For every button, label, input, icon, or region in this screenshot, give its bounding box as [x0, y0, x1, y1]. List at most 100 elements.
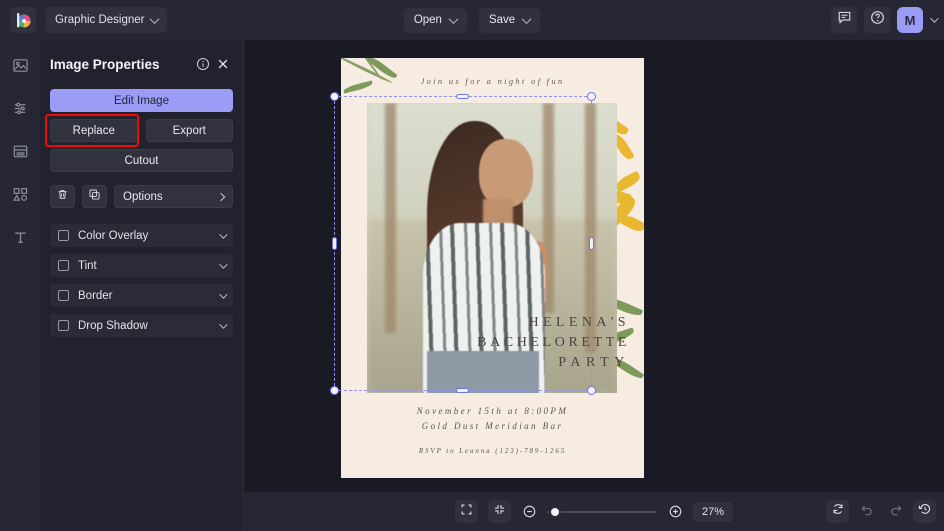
tint-checkbox[interactable]	[58, 260, 69, 271]
invitation-rsvp-line: RSVP to Leanna (123)-789-1265	[341, 447, 644, 455]
app-switcher[interactable]: Graphic Designer	[46, 7, 167, 33]
history-button[interactable]	[913, 500, 936, 523]
bottom-bar: 27%	[244, 492, 944, 531]
sidebar-item-images[interactable]	[7, 52, 33, 78]
app-switcher-label: Graphic Designer	[55, 14, 144, 26]
open-button-label: Open	[414, 14, 442, 26]
zoom-slider[interactable]	[547, 505, 657, 519]
object-tools-row: Options	[50, 185, 233, 208]
accordion-border[interactable]: Border	[50, 284, 233, 307]
chevron-down-icon[interactable]	[930, 14, 938, 22]
sidebar-item-text[interactable]	[7, 224, 33, 250]
sidebar-item-adjustments[interactable]	[7, 95, 33, 121]
duplicate-icon	[88, 188, 101, 206]
sidebar-item-shapes[interactable]	[7, 181, 33, 207]
history-icon	[918, 502, 932, 521]
zoom-in-button[interactable]	[667, 504, 683, 520]
artboard[interactable]: Join us for a night of fun HELENA'S BACH…	[341, 58, 644, 478]
trash-icon	[56, 188, 69, 206]
app-logo-button[interactable]	[10, 7, 36, 33]
invitation-top-line: Join us for a night of fun	[341, 76, 644, 86]
accordion-label: Tint	[78, 260, 97, 272]
avatar[interactable]: M	[897, 7, 923, 33]
edit-image-label: Edit Image	[114, 95, 169, 107]
chevron-down-icon	[449, 14, 459, 24]
chevron-down-icon	[150, 14, 160, 24]
accordion-label: Drop Shadow	[78, 320, 148, 332]
top-bar: Graphic Designer Open Save	[0, 0, 944, 40]
effects-accordion-list: Color Overlay Tint Border Drop Shadow	[50, 224, 233, 337]
reset-view-button[interactable]	[826, 500, 849, 523]
selection-handle-bottom-left[interactable]	[330, 386, 339, 395]
help-button[interactable]	[864, 7, 890, 33]
fit-selection-icon	[493, 503, 506, 521]
undo-icon	[860, 502, 874, 521]
left-tool-rail	[0, 40, 40, 531]
invitation-title-line1: HELENA'S	[477, 313, 630, 333]
border-checkbox[interactable]	[58, 290, 69, 301]
accordion-label: Border	[78, 290, 113, 302]
accordion-drop-shadow[interactable]: Drop Shadow	[50, 314, 233, 337]
invitation-title-line2: BACHELORETTE	[477, 333, 630, 353]
undo-button[interactable]	[855, 500, 878, 523]
export-button[interactable]: Export	[146, 119, 234, 142]
decor-petal	[614, 171, 642, 193]
info-circle-icon[interactable]	[193, 54, 213, 74]
question-circle-icon	[870, 10, 885, 30]
photo-post	[385, 103, 396, 333]
redo-button[interactable]	[884, 500, 907, 523]
invitation-title-line3: PARTY	[477, 353, 630, 373]
accordion-tint[interactable]: Tint	[50, 254, 233, 277]
fit-selection-button[interactable]	[488, 500, 511, 523]
decor-petal	[620, 213, 644, 234]
chevron-down-icon	[219, 290, 227, 298]
feedback-button[interactable]	[831, 7, 857, 33]
selection-handle-left[interactable]	[332, 237, 337, 250]
zoom-slider-track	[547, 511, 657, 513]
chevron-down-icon	[219, 230, 227, 238]
sidebar-item-layouts[interactable]	[7, 138, 33, 164]
top-right-actions: M	[831, 0, 936, 40]
chevron-down-icon	[522, 14, 532, 24]
page-title: Image Properties	[50, 57, 193, 72]
app-window: Graphic Designer Open Save	[0, 0, 944, 531]
chevron-down-icon	[219, 260, 227, 268]
canvas-stage[interactable]: Join us for a night of fun HELENA'S BACH…	[244, 40, 944, 492]
zoom-level-value[interactable]: 27%	[693, 502, 733, 522]
panel-header: Image Properties	[50, 50, 233, 78]
replace-button[interactable]: Replace	[50, 119, 138, 142]
image-properties-panel: Image Properties Edit Image Replace Expo…	[40, 40, 244, 531]
color-wheel-logo-icon	[15, 12, 32, 29]
duplicate-button[interactable]	[82, 185, 107, 208]
drop-shadow-checkbox[interactable]	[58, 320, 69, 331]
close-icon[interactable]	[213, 54, 233, 74]
cutout-button[interactable]: Cutout	[50, 149, 233, 172]
zoom-slider-knob[interactable]	[549, 506, 561, 518]
cutout-label: Cutout	[125, 155, 159, 167]
edit-image-button[interactable]: Edit Image	[50, 89, 233, 112]
color-overlay-checkbox[interactable]	[58, 230, 69, 241]
zoom-out-button[interactable]	[521, 504, 537, 520]
export-label: Export	[173, 125, 206, 137]
accordion-label: Color Overlay	[78, 230, 148, 242]
invitation-title: HELENA'S BACHELORETTE PARTY	[477, 313, 630, 373]
fit-screen-button[interactable]	[455, 500, 478, 523]
open-button[interactable]: Open	[404, 8, 467, 33]
reset-view-icon	[831, 502, 845, 521]
delete-button[interactable]	[50, 185, 75, 208]
chevron-down-icon	[219, 320, 227, 328]
accordion-color-overlay[interactable]: Color Overlay	[50, 224, 233, 247]
avatar-initial: M	[905, 13, 916, 28]
invitation-footer: November 15th at 8:00PM Gold Dust Meridi…	[341, 406, 644, 455]
photo-subject-face	[479, 139, 533, 207]
save-button[interactable]: Save	[479, 8, 540, 33]
replace-label: Replace	[73, 125, 115, 137]
options-label: Options	[123, 191, 163, 203]
replace-export-row: Replace Export	[50, 119, 233, 142]
fit-screen-icon	[460, 503, 473, 521]
comment-icon	[837, 10, 852, 30]
invitation-venue-line: Gold Dust Meridian Bar	[341, 421, 644, 431]
options-button[interactable]: Options	[114, 185, 233, 208]
invitation-date-line: November 15th at 8:00PM	[341, 406, 644, 416]
selection-handle-top-left[interactable]	[330, 92, 339, 101]
